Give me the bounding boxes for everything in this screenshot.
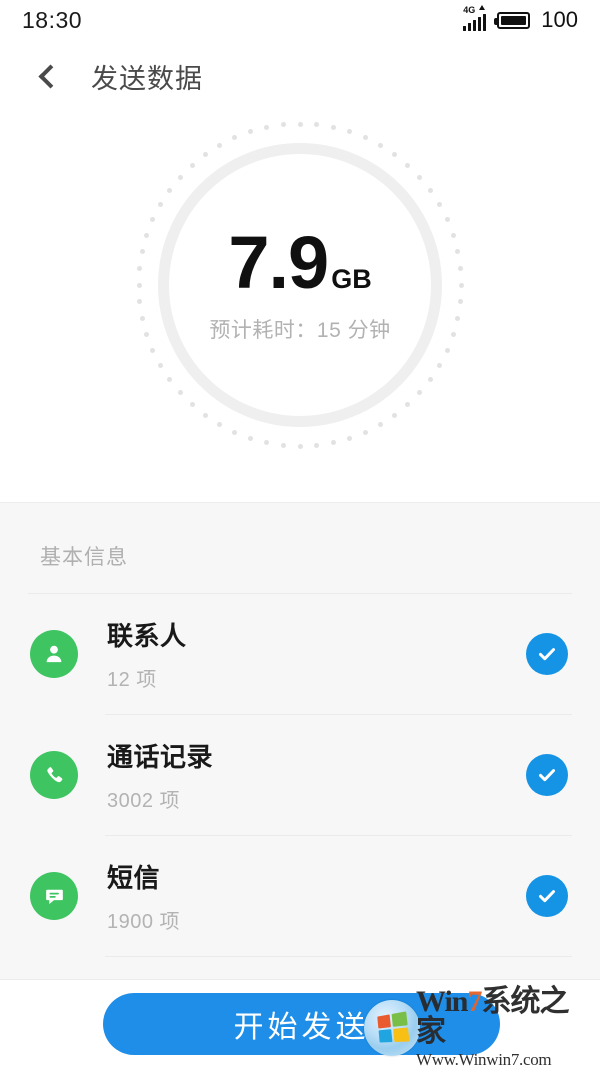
list-item[interactable]: 联系人 12 项 xyxy=(0,594,600,714)
list-item[interactable]: 短信 1900 项 xyxy=(0,836,600,956)
checkbox-checked[interactable] xyxy=(526,754,568,796)
list-item-title: 通话记录 xyxy=(107,742,214,772)
start-send-button[interactable]: 开始发送 xyxy=(103,993,500,1055)
status-bar: 18:30 4G 100 xyxy=(0,0,600,40)
list-item-text: 短信 1900 项 xyxy=(107,858,526,934)
message-bubble-icon xyxy=(30,872,78,920)
section-header-basic-info: 基本信息 xyxy=(40,546,128,569)
status-icons: 4G 100 xyxy=(463,5,578,33)
data-size-display: 7.9 GB xyxy=(228,226,371,300)
list-item-count: 12 项 xyxy=(107,669,157,691)
contact-person-icon xyxy=(30,630,78,678)
battery-percent-label: 100 xyxy=(541,7,578,32)
list-item-text: 联系人 12 项 xyxy=(107,616,526,692)
data-size-value: 7.9 xyxy=(228,221,329,304)
checkbox-checked[interactable] xyxy=(526,875,568,917)
list-item[interactable]: 通话记录 3002 项 xyxy=(0,715,600,835)
data-size-unit: GB xyxy=(331,264,372,294)
list-item-title: 短信 xyxy=(107,863,161,893)
network-arrow-icon xyxy=(479,5,486,10)
bottom-action-bar: 开始发送 xyxy=(0,979,600,1067)
checkbox-checked[interactable] xyxy=(526,633,568,675)
signal-strength-bars xyxy=(463,14,487,31)
page-title: 发送数据 xyxy=(91,63,203,94)
title-bar: 发送数据 xyxy=(0,40,600,112)
network-type-label: 4G xyxy=(463,5,476,15)
list-item-title: 联系人 xyxy=(107,621,187,651)
estimated-time-label: 预计耗时：15 分钟 xyxy=(209,319,391,342)
list-item-text: 通话记录 3002 项 xyxy=(107,737,526,813)
progress-gauge: 7.9 GB 预计耗时：15 分钟 xyxy=(135,120,465,450)
back-chevron-icon xyxy=(38,63,63,89)
list-item-count: 3002 项 xyxy=(107,790,181,812)
transfer-summary-panel: 7.9 GB 预计耗时：15 分钟 xyxy=(0,112,600,502)
list-item-count: 1900 项 xyxy=(107,911,181,933)
phone-call-icon xyxy=(30,751,78,799)
signal-bars-icon: 4G xyxy=(463,5,487,31)
status-time: 18:30 xyxy=(22,6,83,33)
back-button[interactable] xyxy=(20,48,76,104)
phone-screen: 18:30 4G 100 发送数据 7.9 GB 预计耗时：15 分钟 基本信息… xyxy=(0,0,600,1067)
battery-full-icon xyxy=(494,11,531,29)
gauge-center-content: 7.9 GB 预计耗时：15 分钟 xyxy=(135,120,465,450)
